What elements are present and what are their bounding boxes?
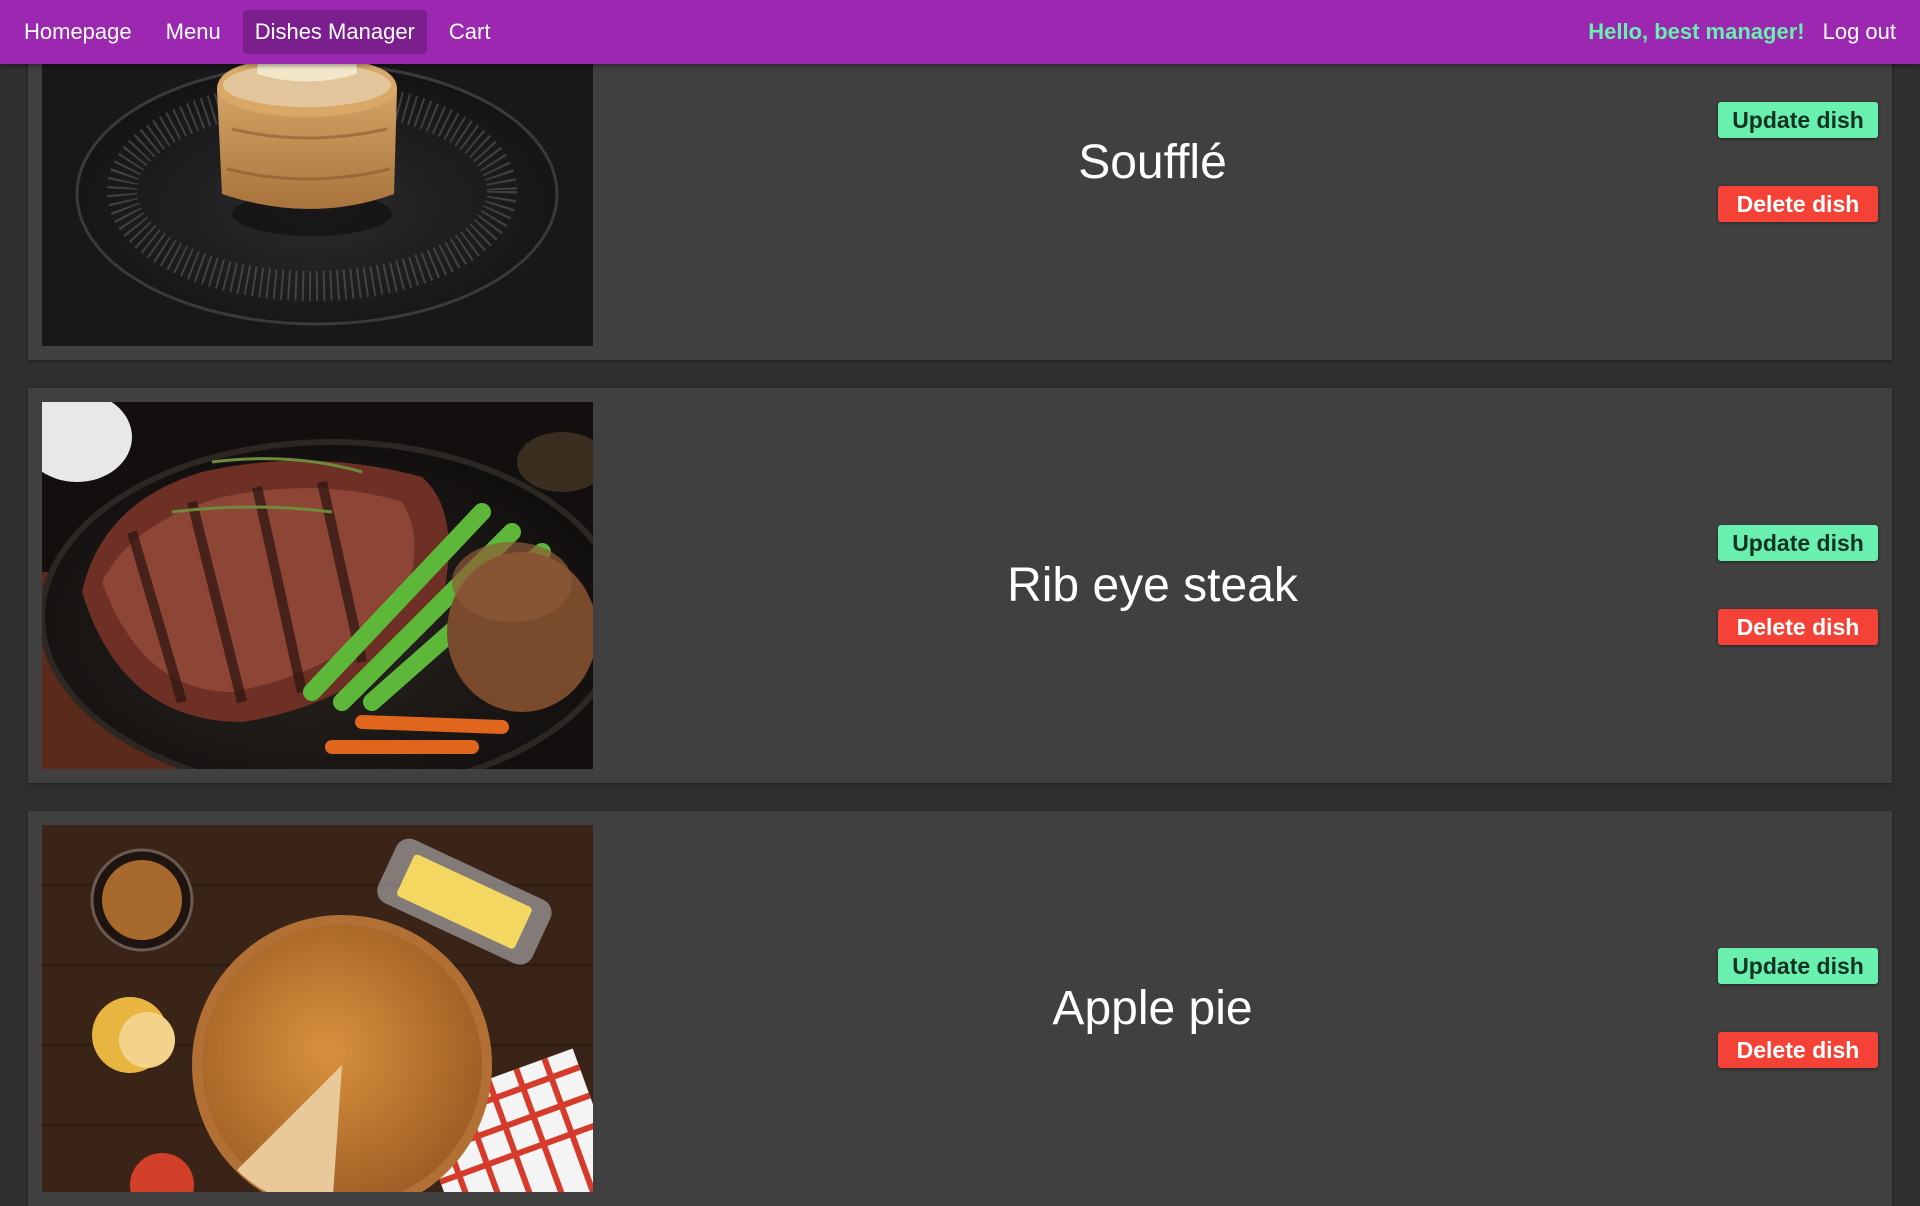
- update-dish-button[interactable]: Update dish: [1718, 525, 1878, 561]
- user-greeting: Hello, best manager!: [1588, 19, 1805, 44]
- nav-cart[interactable]: Cart: [437, 10, 503, 54]
- update-dish-button[interactable]: Update dish: [1718, 102, 1878, 138]
- nav-homepage[interactable]: Homepage: [12, 10, 144, 54]
- dish-name: Rib eye steak: [1007, 559, 1298, 612]
- nav-dishes-manager[interactable]: Dishes Manager: [242, 10, 427, 54]
- dish-card: Apple pie Update dish Delete dish: [28, 811, 1892, 1206]
- dish-image-rib-eye-steak: [42, 402, 593, 769]
- update-dish-button[interactable]: Update dish: [1718, 948, 1878, 984]
- nav-menu[interactable]: Menu: [154, 10, 233, 54]
- delete-dish-button[interactable]: Delete dish: [1718, 1032, 1878, 1068]
- nav-links: Homepage Menu Dishes Manager Cart: [0, 10, 502, 54]
- delete-dish-button[interactable]: Delete dish: [1718, 186, 1878, 222]
- dish-card: Rib eye steak Update dish Delete dish: [28, 388, 1892, 783]
- delete-dish-button[interactable]: Delete dish: [1718, 609, 1878, 645]
- logout-link[interactable]: Log out: [1823, 19, 1896, 45]
- dish-name: Apple pie: [1052, 982, 1253, 1035]
- nav-user-area: Hello, best manager! Log out: [1588, 19, 1920, 45]
- dish-image-apple-pie: [42, 825, 593, 1192]
- top-navbar: Homepage Menu Dishes Manager Cart Hello,…: [0, 0, 1920, 64]
